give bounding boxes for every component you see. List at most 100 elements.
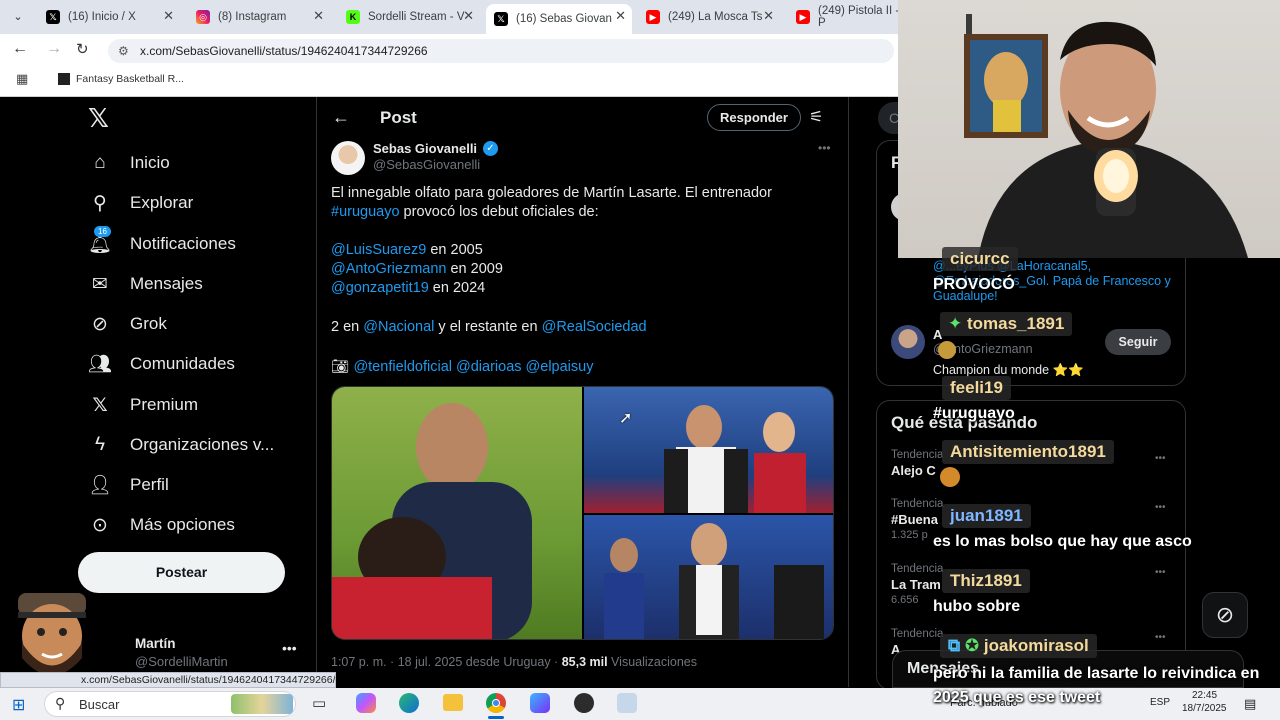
- sidebar-item-grok[interactable]: ⊘ Grok: [88, 309, 167, 339]
- sidebar-item-perfil[interactable]: 👤︎ Perfil: [88, 470, 169, 500]
- tab-x-home[interactable]: 𝕏 (16) Inicio / X ✕: [38, 4, 180, 30]
- follow-button[interactable]: Seguir: [1105, 329, 1171, 355]
- close-icon[interactable]: ✕: [163, 8, 174, 24]
- copilot-icon[interactable]: [356, 693, 376, 713]
- more-dots-icon[interactable]: •••: [282, 640, 297, 656]
- back-arrow-icon[interactable]: ←: [12, 40, 28, 58]
- grok-float-button[interactable]: ⊘: [1202, 592, 1248, 638]
- sliders-icon[interactable]: ⚟: [809, 107, 823, 127]
- lightning-icon: ϟ: [94, 434, 106, 455]
- tab-youtube-1[interactable]: ▶ (249) La Mosca Ts ✕: [638, 4, 780, 30]
- mouse-cursor-icon: ➚: [619, 410, 633, 427]
- post-photo-2[interactable]: [584, 387, 833, 519]
- grok-icon: ⊘: [1215, 602, 1235, 627]
- post-button[interactable]: Postear: [78, 552, 285, 593]
- x-logo-icon[interactable]: 𝕏: [88, 104, 116, 132]
- tab-kick[interactable]: K Sordelli Stream - V ✕: [338, 4, 480, 30]
- more-dots-icon[interactable]: •••: [1155, 632, 1166, 643]
- photo-credits-line: 📷︎ @tenfieldoficial @diarioas @elpaisuy: [331, 358, 593, 375]
- sidebar-item-label: Perfil: [130, 475, 169, 494]
- mention-link[interactable]: @Nacional: [363, 319, 434, 335]
- post-timestamp[interactable]: 1:07 p. m. · 18 jul. 2025 desde Uruguay …: [331, 655, 562, 669]
- forward-arrow-icon[interactable]: →: [46, 40, 62, 58]
- site-info-icon[interactable]: ⚙: [118, 39, 129, 63]
- debut-line-3: @gonzapetit19 en 2024: [331, 280, 485, 296]
- sidebar-item-comunidades[interactable]: 👥︎ Comunidades: [88, 349, 235, 379]
- reply-button[interactable]: Responder: [707, 104, 801, 131]
- close-icon[interactable]: ✕: [615, 8, 626, 24]
- app-icon[interactable]: [530, 693, 550, 713]
- avatar[interactable]: [331, 141, 365, 175]
- post-photo-3[interactable]: [584, 515, 833, 639]
- more-dots-icon[interactable]: •••: [818, 141, 831, 155]
- clubs-line: 2 en @Nacional y el restante en @RealSoc…: [331, 319, 647, 335]
- edge-icon[interactable]: [399, 693, 419, 713]
- chat-username: cicurcc: [942, 247, 1018, 271]
- apps-grid-icon[interactable]: ▦: [16, 71, 28, 87]
- trend-title: La Tram: [891, 577, 941, 592]
- avatar[interactable]: [891, 325, 925, 359]
- taskbar-search[interactable]: ⚲ Buscar: [44, 691, 296, 717]
- chat-username: juan1891: [942, 504, 1031, 528]
- author-handle[interactable]: @SebasGiovanelli: [373, 157, 480, 172]
- app-icon[interactable]: [617, 693, 637, 713]
- sidebar-item-notificaciones[interactable]: 🔔︎ 16 Notificaciones: [88, 226, 236, 259]
- chat-username: feeli19: [942, 376, 1011, 400]
- account-switcher[interactable]: Martín @SordelliMartin •••: [96, 632, 306, 672]
- trend-title: #Buena: [891, 512, 938, 527]
- trend-context: Tendencia: [891, 628, 944, 640]
- reload-icon[interactable]: ↻: [76, 40, 89, 58]
- back-arrow-icon[interactable]: ←: [332, 107, 350, 128]
- mention-link[interactable]: @RealSociedad: [542, 319, 647, 335]
- chrome-icon[interactable]: [486, 693, 506, 713]
- post-text-line2: #uruguayo provocó los debut oficiales de…: [331, 204, 599, 220]
- post-text-rest: provocó los debut oficiales de:: [399, 204, 599, 220]
- close-icon[interactable]: ✕: [313, 8, 324, 24]
- mention-link[interactable]: @gonzapetit19: [331, 280, 429, 296]
- communities-icon: 👥︎: [87, 354, 113, 375]
- sidebar-item-label: Premium: [130, 395, 199, 414]
- close-icon[interactable]: ✕: [463, 8, 474, 24]
- more-dots-icon[interactable]: •••: [1155, 567, 1166, 578]
- chat-username: Thiz1891: [942, 569, 1030, 593]
- tab-bar: ⌄ 𝕏 (16) Inicio / X ✕ ◎ (8) Instagram ✕ …: [0, 0, 900, 34]
- close-icon[interactable]: ✕: [763, 8, 774, 24]
- bookmark-favicon-icon: [58, 73, 70, 85]
- sidebar-item-label: Más opciones: [130, 515, 235, 534]
- chat-message: es lo mas bolso que hay que asco: [933, 533, 1192, 550]
- task-view-icon[interactable]: ▭: [312, 694, 326, 712]
- tab-instagram[interactable]: ◎ (8) Instagram ✕: [188, 4, 330, 30]
- photo-credits[interactable]: @tenfieldoficial @diarioas @elpaisuy: [353, 359, 593, 375]
- chat-message: hubo sobre: [933, 598, 1021, 615]
- more-dots-icon[interactable]: •••: [1155, 453, 1166, 464]
- tab-list-chevron-icon[interactable]: ⌄: [8, 7, 28, 27]
- windows-start-icon[interactable]: ⊞: [12, 695, 25, 715]
- obs-icon[interactable]: [574, 693, 594, 713]
- sidebar-item-explorar[interactable]: ⚲ Explorar: [88, 188, 193, 218]
- person-icon: 👤︎: [87, 475, 113, 496]
- camera-icon: 📷︎: [331, 359, 354, 375]
- mention-link[interactable]: @LuisSuarez9: [331, 242, 426, 258]
- grok-icon: ⊘: [92, 313, 108, 335]
- tab-x-post[interactable]: 𝕏 (16) Sebas Giovan ✕: [486, 4, 632, 34]
- more-dots-icon[interactable]: •••: [1155, 502, 1166, 513]
- chat-username: Antisitemiento1891: [942, 440, 1114, 464]
- url-field[interactable]: ⚙ x.com/SebasGiovanelli/status/194624041…: [108, 39, 894, 63]
- post-photo-1[interactable]: [332, 387, 582, 639]
- mention-link[interactable]: @AntoGriezmann: [331, 261, 446, 277]
- author-name[interactable]: Sebas Giovanelli: [373, 141, 477, 156]
- sidebar-item-mensajes[interactable]: ✉ Mensajes: [88, 269, 203, 299]
- search-icon: ⚲: [55, 695, 66, 711]
- sidebar-item-mas-opciones[interactable]: ⊙ Más opciones: [88, 510, 235, 540]
- sidebar-item-premium[interactable]: 𝕏 Premium: [88, 390, 198, 420]
- webcam-feed: [898, 0, 1280, 258]
- tab-label: (8) Instagram: [218, 11, 287, 23]
- hashtag-link[interactable]: #uruguayo: [331, 204, 400, 220]
- tab-youtube-2[interactable]: ▶ (249) Pistola II - P: [788, 4, 900, 30]
- taskbar-active-indicator: [488, 716, 504, 719]
- sidebar-item-inicio[interactable]: ⌂ Inicio: [88, 148, 169, 178]
- file-explorer-icon[interactable]: [443, 694, 463, 711]
- sidebar-item-organizaciones[interactable]: ϟ Organizaciones v...: [88, 430, 274, 460]
- bookmark-fantasy-basketball[interactable]: Fantasy Basketball R...: [58, 73, 184, 85]
- search-icon: ⚲: [93, 192, 107, 214]
